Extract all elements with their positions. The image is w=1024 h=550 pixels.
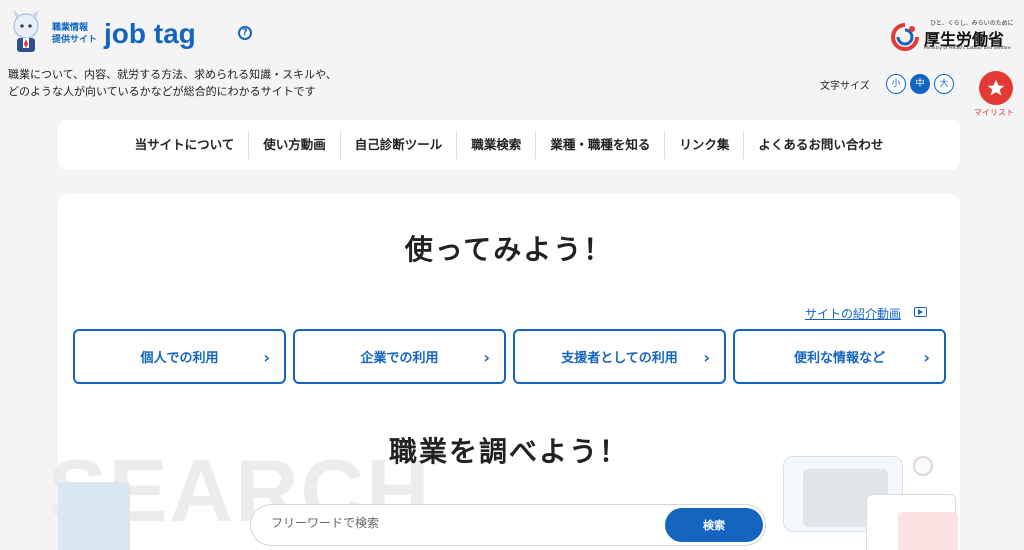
usage-useful-info-button[interactable]: 便利な情報など ›: [733, 329, 946, 384]
site-tagline: 職業について、内容、就労する方法、求められる知識・スキルや、 どのような人が向い…: [8, 66, 348, 100]
chevron-right-icon: ›: [703, 348, 710, 367]
tagline-line-1: 職業について、内容、就労する方法、求められる知識・スキルや、: [8, 68, 337, 81]
font-size-large-button[interactable]: 大: [934, 74, 954, 94]
usage-button-label: 支援者としての利用: [561, 351, 678, 366]
ministry-logo-icon: [891, 23, 919, 51]
nav-item-links[interactable]: リンク集: [665, 131, 745, 159]
nav-item-faq[interactable]: よくあるお問い合わせ: [744, 131, 897, 159]
video-icon[interactable]: [914, 307, 927, 317]
usage-individual-button[interactable]: 個人での利用 ›: [73, 329, 286, 384]
site-logo[interactable]: 職業情報 提供サイト job tag: [8, 10, 268, 58]
font-size-label: 文字サイズ: [820, 81, 870, 92]
usage-button-label: 企業での利用: [360, 351, 439, 366]
usage-button-label: 個人での利用: [140, 351, 219, 366]
try-heading: 使ってみよう！: [404, 233, 614, 266]
usage-button-label: 便利な情報など: [793, 351, 885, 366]
ministry-logo[interactable]: ひと、くらし、みらいのために 厚生労働省 Ministry of Health,…: [890, 18, 1014, 54]
usage-company-button[interactable]: 企業での利用 ›: [293, 329, 506, 384]
search-input[interactable]: [271, 516, 651, 530]
mylist-button[interactable]: マイリスト: [974, 71, 1016, 118]
usage-buttons: 個人での利用 › 企業での利用 › 支援者としての利用 › 便利な情報など ›: [73, 329, 947, 385]
nav-item-about[interactable]: 当サイトについて: [121, 131, 250, 159]
main-nav: 当サイトについて 使い方動画 自己診断ツール 職業検索 業種・職種を知る リンク…: [58, 120, 960, 170]
chevron-right-icon: ›: [483, 348, 490, 367]
font-size-small-button[interactable]: 小: [886, 74, 906, 94]
nav-item-self-diagnosis[interactable]: 自己診断ツール: [341, 131, 458, 159]
decoration-shape: [58, 482, 130, 550]
usage-supporter-button[interactable]: 支援者としての利用 ›: [513, 329, 726, 384]
chevron-right-icon: ›: [263, 348, 270, 367]
main-content: 使ってみよう！ サイトの紹介動画 個人での利用 › 企業での利用 › 支援者とし…: [48, 194, 960, 550]
nav-item-videos[interactable]: 使い方動画: [249, 131, 341, 159]
search-button[interactable]: 検索: [665, 508, 763, 542]
logo-subtitle: 職業情報 提供サイト: [52, 23, 98, 45]
ministry-english-name: Ministry of Health, Labour and Welfare: [924, 46, 1011, 51]
star-icon: [987, 79, 1005, 96]
mylist-circle: [979, 71, 1013, 105]
font-size-medium-button[interactable]: 中: [910, 74, 930, 94]
tagline-line-2: どのような人が向いているかなどが総合的にわかるサイトです: [8, 85, 316, 98]
search-heading: 職業を調べよう！: [388, 435, 629, 468]
mylist-label: マイリスト: [974, 108, 1014, 117]
nav-item-industries[interactable]: 業種・職種を知る: [536, 131, 666, 159]
nav-item-job-search[interactable]: 職業検索: [457, 131, 537, 159]
intro-video-link[interactable]: サイトの紹介動画: [805, 305, 901, 322]
decoration-shape: [898, 512, 958, 550]
chevron-right-icon: ›: [923, 348, 930, 367]
search-bar: 検索: [250, 504, 766, 546]
logo-title: job tag: [104, 18, 196, 49]
help-icon[interactable]: ?: [238, 26, 252, 40]
mascot-icon: [13, 10, 39, 52]
